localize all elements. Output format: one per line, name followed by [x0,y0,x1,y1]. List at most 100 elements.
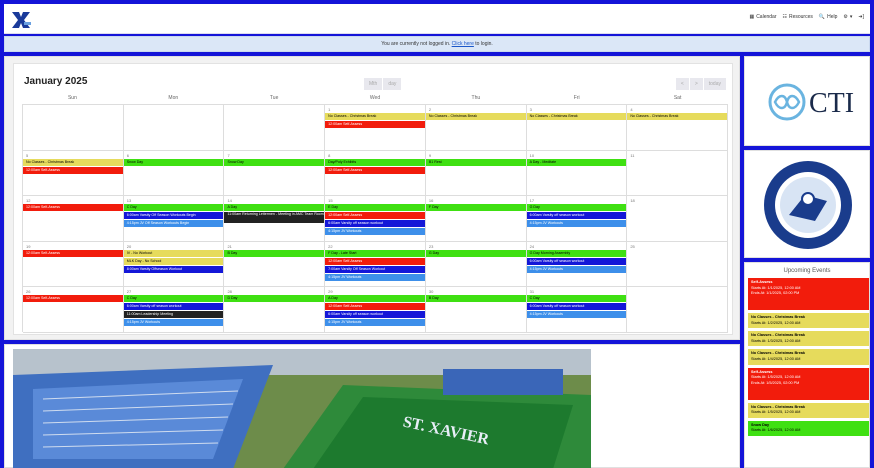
calendar-event[interactable]: No Classes - Christmas Break [425,113,526,120]
calendar-event[interactable]: B1 Rest [425,158,526,166]
day-cell[interactable]: 17 G Day 6:00am Varsity off season workout… [526,196,628,241]
calendar-event[interactable]: MLK Day - No School [123,257,224,265]
calendar-event[interactable]: 6:00am Varsity off season workout [325,311,425,319]
next-button[interactable]: > [689,78,703,90]
calendar-event[interactable]: A Day - Meditate [526,158,627,166]
day-view-button[interactable]: day [383,78,402,90]
calendar-event[interactable]: No Classes - Christmas Break [627,113,728,120]
day-cell[interactable]: 16 F Day [425,196,527,241]
calendar-event[interactable]: 12:00am Self-Assess [325,212,425,220]
calendar-event[interactable]: 4:15pm JV Workouts [526,220,627,228]
prev-button[interactable]: < [675,78,689,90]
calendar-event[interactable]: 6:00am Varsity off season workout [526,212,627,220]
nav-calendar[interactable]: ▦ Calendar [749,14,776,20]
upcoming-event[interactable]: Self-Assess Starts At: 1/1/2025, 12:00 AM… [748,278,869,310]
day-cell[interactable]: 29 A Day 12:00am Self-Assess 6:00am Varsity… [325,287,426,332]
calendar-event[interactable]: 6:00am Varsity Off Season Workouts Begin [123,212,224,220]
day-cell[interactable]: 11 [627,150,729,196]
calendar-event[interactable]: 7:00am Varsity Off Season Workout [325,265,425,273]
day-cell[interactable]: 25 [627,241,729,287]
upcoming-event[interactable]: Self-Assess Starts At: 1/5/2025, 12:00 AM… [748,367,869,400]
day-cell[interactable]: 5 No Classes - Christmas Break 12:00am Sel… [23,150,124,196]
upcoming-event[interactable]: Snow Day Starts At: 1/6/2025, 12:00 AM [748,420,869,436]
day-cell[interactable] [627,287,729,332]
day-cell[interactable]: 2 No Classes - Christmas Break [425,105,527,150]
calendar-event[interactable]: 12:00am Self-Assess [23,166,123,174]
calendar-event[interactable]: Snow Day [224,158,325,166]
calendar-event[interactable]: 4:15pm JV Off Season Workouts Begin [123,220,224,228]
day-cell[interactable]: 30 B Day [425,287,527,332]
calendar-event[interactable]: 4:15pm JV Workouts [325,273,425,281]
settings-menu[interactable]: ⚙ ▾ [843,14,852,20]
day-cell[interactable]: 3 No Classes - Christmas Break [526,105,628,150]
calendar-event[interactable]: 4:15pm JV Workouts [325,228,425,236]
calendar-event[interactable]: G Day [526,204,627,212]
calendar-event[interactable]: 4:15pm JV Workouts [526,311,627,319]
calendar-event[interactable]: A Day [224,204,325,212]
day-cell[interactable]: 1 No Classes - Christmas Break 12:00am Sel… [325,105,426,150]
calendar-event[interactable]: 12:00am Self-Assess [325,121,425,128]
calendar-event[interactable]: G Day [425,249,526,257]
day-cell[interactable] [23,105,124,150]
calendar-event[interactable]: No Classes - Christmas Break [23,158,123,166]
calendar-event[interactable]: F Day - Late Start [325,249,425,257]
day-cell[interactable]: 12 12:00am Self-Assess [23,196,124,241]
site-logo[interactable] [10,10,32,30]
month-view-button[interactable]: Mth [364,78,383,90]
calendar-event[interactable]: 4:15pm JV Workouts [526,265,627,273]
calendar-event[interactable]: 6:00am Varsity off season workout [325,220,425,228]
calendar-event[interactable]: C Day [123,295,224,303]
login-button[interactable]: ➜] [858,14,864,20]
upcoming-event[interactable]: No Classes - Christmas Break Starts At: 1… [748,349,869,365]
calendar-event[interactable]: B Day [224,249,325,257]
day-cell[interactable]: 19 12:00am Self-Assess [23,241,124,287]
day-cell[interactable]: 14 A Day 11:00am Returning Lettermen - Mee… [224,196,326,241]
calendar-event[interactable]: 8:00am Varsity Offseason Workout [123,265,224,273]
day-cell[interactable]: 31 C Day 6:00am Varsity off season workout… [526,287,628,332]
nav-resources[interactable]: ☷ Resources [782,14,812,20]
calendar-event[interactable]: 12:00am Self-Assess [325,303,425,311]
calendar-event[interactable]: A Day [325,295,425,303]
day-cell[interactable]: 9 B1 Rest [425,150,527,196]
calendar-event[interactable]: IV - No Workout [123,249,224,257]
day-cell[interactable]: 26 12:00am Self-Assess [23,287,124,332]
calendar-event[interactable]: D Day [224,295,325,303]
day-cell[interactable]: 28 D Day [224,287,326,332]
day-cell[interactable]: 24 G Day Morning Assembly 6:00am Varsity o… [526,241,628,287]
calendar-event[interactable]: No Classes - Christmas Break [325,113,425,120]
calendar-event[interactable]: 12:00am Self-Assess [23,295,123,303]
calendar-event[interactable]: No Classes - Christmas Break [526,113,627,120]
day-cell[interactable]: 8 Day/Poly Exhibits 12:00am Self-Assess [325,150,426,196]
calendar-event[interactable]: G Day Morning Assembly [526,249,627,257]
upcoming-event[interactable]: No Classes - Christmas Break Starts At: 1… [748,313,869,329]
calendar-event[interactable]: 11:00am Returning Lettermen - Meeting in… [224,212,325,224]
calendar-event[interactable]: C Day [526,295,627,303]
calendar-event[interactable]: E Day [325,204,425,212]
day-cell[interactable]: 20 IV - No Workout MLK Day - No School 8:00… [123,241,225,287]
day-cell[interactable]: 4 No Classes - Christmas Break [627,105,729,150]
calendar-event[interactable]: 11:00am Leadership Meeting [123,311,224,319]
calendar-event[interactable]: 6:00am Varsity off season workout [526,303,627,311]
calendar-event[interactable]: 4:15pm JV Workouts [325,319,425,327]
calendar-event[interactable]: B Day [425,295,526,303]
calendar-event[interactable]: 12:00am Self-Assess [325,257,425,265]
calendar-event[interactable]: 6:00am Varsity off season workout [123,303,224,311]
calendar-event[interactable]: 12:00am Self-Assess [325,166,425,174]
day-cell[interactable] [124,105,225,150]
calendar-event[interactable]: Snow Day [123,158,224,166]
calendar-event[interactable]: F Day [425,204,526,212]
day-cell[interactable]: 15 E Day 12:00am Self-Assess 6:00am Varsity… [325,196,426,241]
calendar-event[interactable]: Day/Poly Exhibits [325,158,425,166]
calendar-event[interactable]: 6:00am Varsity off season workout [526,257,627,265]
day-cell[interactable]: 27 C Day 6:00am Varsity off season workout… [123,287,225,332]
day-cell[interactable]: 21 B Day [224,241,326,287]
upcoming-event[interactable]: No Classes - Christmas Break Starts At: 1… [748,331,869,347]
nav-help[interactable]: 🔍 Help [819,14,838,20]
day-cell[interactable]: 13 C Day 6:00am Varsity Off Season Workout… [123,196,225,241]
upcoming-event[interactable]: No Classes - Christmas Break Starts At: 1… [748,402,869,418]
calendar-event[interactable]: 4:15pm JV Workouts [123,319,224,327]
login-link[interactable]: Click here [452,41,474,47]
day-cell[interactable]: 6 Snow Day [123,150,225,196]
day-cell[interactable]: 22 F Day - Late Start 12:00am Self-Assess 7… [325,241,426,287]
day-cell[interactable]: 23 G Day [425,241,527,287]
